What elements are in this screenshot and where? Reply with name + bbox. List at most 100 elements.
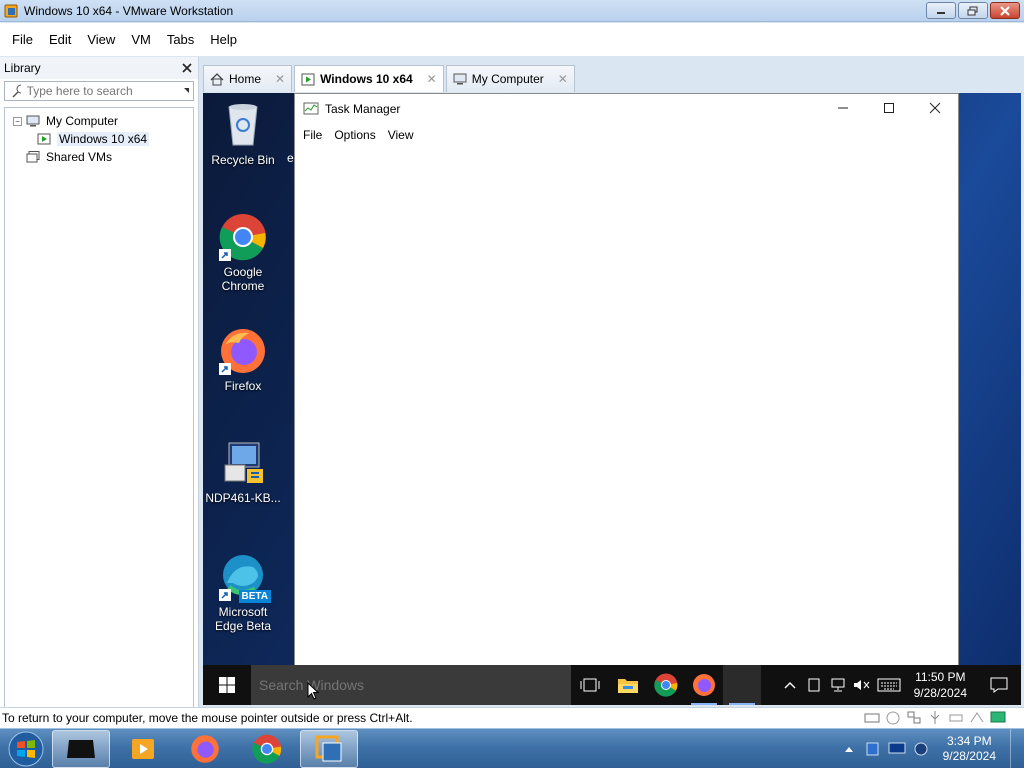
- host-start-button[interactable]: [0, 729, 52, 768]
- host-taskbar-media-player[interactable]: [114, 730, 172, 768]
- task-manager-menu: File Options View: [295, 124, 958, 146]
- guest-search-input[interactable]: [259, 677, 571, 693]
- desktop-icon-firefox[interactable]: Firefox: [203, 327, 283, 393]
- network-icon: [888, 742, 906, 754]
- mouse-cursor-icon: [307, 682, 319, 700]
- host-tray-network[interactable]: [885, 729, 909, 768]
- guest-clock-time: 11:50 PM: [915, 670, 966, 684]
- minimize-button[interactable]: [926, 2, 956, 19]
- menu-help[interactable]: Help: [202, 32, 245, 47]
- tab-close-icon[interactable]: ✕: [427, 72, 437, 86]
- hard-disk-icon[interactable]: [864, 710, 880, 725]
- network-adapter-icon[interactable]: [906, 710, 922, 725]
- tab-close-icon[interactable]: ✕: [275, 72, 285, 86]
- close-icon: [929, 102, 941, 114]
- tree-item-windows10[interactable]: Windows 10 x64: [5, 130, 193, 148]
- tm-minimize-button[interactable]: [820, 94, 866, 122]
- sound-card-icon[interactable]: [969, 710, 985, 725]
- printer-icon[interactable]: [948, 710, 964, 725]
- task-manager-window[interactable]: Task Manager File Options View: [294, 93, 959, 666]
- host-taskbar: 3:34 PM 9/28/2024: [0, 728, 1024, 768]
- host-tray-icon-1[interactable]: [861, 729, 885, 768]
- tray-battery[interactable]: [802, 665, 826, 705]
- cd-icon[interactable]: [885, 710, 901, 725]
- task-view-button[interactable]: [571, 665, 609, 705]
- desktop-icon-edge-beta[interactable]: BETA Microsoft Edge Beta: [203, 553, 283, 633]
- menu-view[interactable]: View: [79, 32, 123, 47]
- minimize-icon: [937, 11, 945, 14]
- host-taskbar-app-1[interactable]: [52, 729, 110, 768]
- host-tray-volume[interactable]: [909, 729, 933, 768]
- collapse-icon[interactable]: −: [13, 116, 22, 126]
- tm-menu-file[interactable]: File: [297, 128, 328, 142]
- vmware-icon: [4, 4, 18, 17]
- tray-keyboard[interactable]: [874, 665, 904, 705]
- shortcut-arrow-icon: [219, 589, 231, 601]
- tab-home[interactable]: Home ✕: [203, 65, 293, 92]
- menu-edit[interactable]: Edit: [41, 32, 79, 47]
- computer-icon: [26, 115, 40, 127]
- notification-icon: [990, 677, 1008, 693]
- guest-clock[interactable]: 11:50 PM 9/28/2024: [904, 669, 977, 701]
- host-clock[interactable]: 3:34 PM 9/28/2024: [933, 734, 1010, 764]
- host-taskbar-firefox[interactable]: [176, 730, 234, 768]
- tm-menu-view[interactable]: View: [382, 128, 420, 142]
- host-tray-overflow[interactable]: [837, 729, 861, 768]
- show-desktop-button[interactable]: [1010, 729, 1024, 768]
- vmware-title-bar: Windows 10 x64 - VMware Workstation: [0, 0, 1024, 22]
- minimize-icon: [838, 107, 848, 109]
- task-manager-icon: [303, 102, 319, 115]
- desktop-icon-ndp461[interactable]: NDP461-KB...: [203, 439, 283, 505]
- taskbar-file-explorer[interactable]: [609, 665, 647, 705]
- menu-tabs[interactable]: Tabs: [159, 32, 202, 47]
- firefox-icon: [219, 327, 267, 375]
- computer-icon: [453, 73, 467, 84]
- tab-my-computer[interactable]: My Computer ✕: [445, 65, 575, 92]
- tab-windows10[interactable]: Windows 10 x64 ✕: [294, 65, 444, 92]
- guest-clock-date: 9/28/2024: [913, 686, 967, 700]
- host-clock-time: 3:34 PM: [946, 734, 992, 748]
- taskbar-chrome[interactable]: [647, 665, 685, 705]
- display-icon[interactable]: [990, 710, 1006, 725]
- tree-item-shared-vms[interactable]: Shared VMs: [5, 148, 193, 166]
- usb-icon[interactable]: [927, 710, 943, 725]
- host-system-tray: 3:34 PM 9/28/2024: [837, 729, 1024, 768]
- guest-start-button[interactable]: [203, 665, 251, 705]
- host-taskbar-chrome[interactable]: [238, 730, 296, 768]
- desktop-icon-recycle-bin[interactable]: Recycle Bin: [203, 101, 283, 167]
- restore-button[interactable]: [958, 2, 988, 19]
- menu-vm[interactable]: VM: [123, 32, 159, 47]
- guest-search-box[interactable]: [251, 665, 571, 705]
- tray-volume[interactable]: [850, 665, 874, 705]
- tray-network[interactable]: [826, 665, 850, 705]
- desktop-icon-chrome[interactable]: Google Chrome: [203, 213, 283, 293]
- menu-file[interactable]: File: [4, 32, 41, 47]
- chrome-icon: [219, 213, 267, 261]
- vm-screen[interactable]: Recycle Bin e Google Chrome Firefox NDP4…: [203, 93, 1021, 705]
- tab-close-icon[interactable]: ✕: [558, 72, 568, 86]
- shortcut-arrow-icon: [219, 249, 231, 261]
- chevron-down-icon[interactable]: [182, 86, 189, 96]
- shortcut-arrow-icon: [219, 363, 231, 375]
- beta-badge: BETA: [238, 590, 271, 603]
- tray-overflow-button[interactable]: [778, 665, 802, 705]
- tm-maximize-button[interactable]: [866, 94, 912, 122]
- library-panel: Library − My Computer Windows 10 x64 Sha…: [0, 57, 199, 707]
- taskbar-firefox[interactable]: [685, 665, 723, 705]
- chrome-icon: [252, 734, 282, 763]
- tree-item-my-computer[interactable]: − My Computer: [5, 112, 193, 130]
- tm-close-button[interactable]: [912, 94, 958, 122]
- recycle-bin-icon: [219, 101, 267, 149]
- tm-menu-options[interactable]: Options: [328, 128, 381, 142]
- shared-vms-icon: [26, 151, 40, 163]
- action-center-button[interactable]: [977, 665, 1021, 705]
- vmware-icon: [315, 735, 342, 761]
- windows-orb-icon: [8, 731, 44, 766]
- status-bar: To return to your computer, move the mou…: [0, 707, 1024, 728]
- library-search-input[interactable]: [20, 84, 182, 98]
- close-button[interactable]: [990, 2, 1020, 19]
- taskbar-task-manager[interactable]: [723, 665, 761, 705]
- menu-bar: File Edit View VM Tabs Help: [0, 23, 1024, 56]
- library-close-icon[interactable]: [182, 63, 192, 73]
- host-taskbar-vmware[interactable]: [300, 729, 358, 768]
